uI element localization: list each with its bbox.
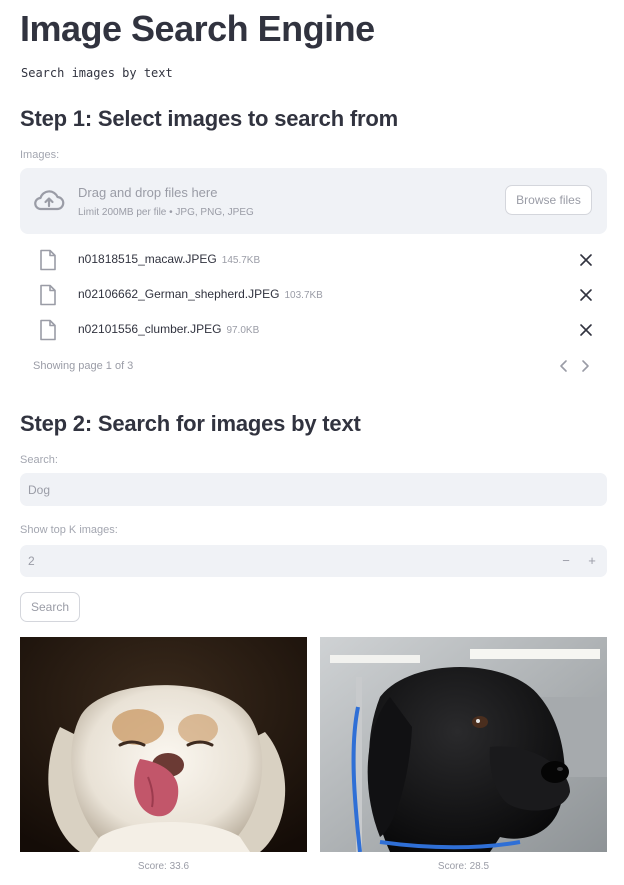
file-size: 145.7KB bbox=[221, 255, 261, 266]
remove-file-icon[interactable] bbox=[579, 253, 593, 267]
remove-file-icon[interactable] bbox=[579, 323, 593, 337]
topk-value[interactable]: 2 bbox=[28, 554, 35, 568]
page: Image Search Engine Search images by tex… bbox=[0, 0, 624, 885]
file-icon bbox=[40, 249, 56, 271]
increment-button[interactable]: + bbox=[583, 552, 601, 570]
topk-number-input[interactable]: 2 − + bbox=[20, 545, 607, 577]
result-score: Score: 28.5 bbox=[437, 861, 490, 872]
topk-label: Show top K images: bbox=[20, 524, 118, 536]
cloud-upload-icon bbox=[34, 190, 65, 211]
page-title: Image Search Engine bbox=[20, 8, 375, 49]
page-subtitle: Search images by text bbox=[21, 66, 173, 80]
result-image bbox=[20, 637, 307, 852]
remove-file-icon[interactable] bbox=[579, 288, 593, 302]
chevron-right-icon[interactable] bbox=[578, 358, 592, 374]
decrement-button[interactable]: − bbox=[557, 552, 575, 570]
result-image bbox=[320, 637, 607, 852]
uploaded-file-row: n02106662_German_shepherd.JPEG 103.7KB bbox=[38, 284, 598, 310]
file-icon bbox=[40, 284, 56, 306]
dropzone-limits: Limit 200MB per file • JPG, PNG, JPEG bbox=[78, 207, 254, 218]
dropzone-instructions: Drag and drop files here bbox=[78, 185, 218, 200]
images-label: Images: bbox=[20, 149, 60, 161]
pagination-status: Showing page 1 of 3 bbox=[33, 360, 134, 372]
file-name: n02101556_clumber.JPEG 97.0KB bbox=[78, 322, 260, 336]
file-dropzone[interactable]: Drag and drop files here Limit 200MB per… bbox=[20, 168, 607, 234]
white-spaniel-photo bbox=[20, 637, 307, 852]
uploaded-file-row: n01818515_macaw.JPEG 145.7KB bbox=[38, 249, 598, 275]
file-name: n02106662_German_shepherd.JPEG 103.7KB bbox=[78, 287, 323, 301]
file-size: 97.0KB bbox=[226, 325, 260, 336]
file-name: n01818515_macaw.JPEG 145.7KB bbox=[78, 252, 261, 266]
file-icon bbox=[40, 319, 56, 341]
file-size: 103.7KB bbox=[284, 290, 323, 301]
step2-heading: Step 2: Search for images by text bbox=[20, 411, 361, 436]
black-labrador-photo bbox=[320, 637, 607, 852]
search-input[interactable]: Dog bbox=[20, 473, 607, 506]
browse-files-button[interactable]: Browse files bbox=[505, 185, 592, 215]
chevron-left-icon[interactable] bbox=[557, 358, 571, 374]
step1-heading: Step 1: Select images to search from bbox=[20, 106, 398, 131]
search-label: Search: bbox=[20, 454, 58, 466]
search-button[interactable]: Search bbox=[20, 592, 80, 622]
uploaded-file-row: n02101556_clumber.JPEG 97.0KB bbox=[38, 319, 598, 345]
result-score: Score: 33.6 bbox=[137, 861, 190, 872]
